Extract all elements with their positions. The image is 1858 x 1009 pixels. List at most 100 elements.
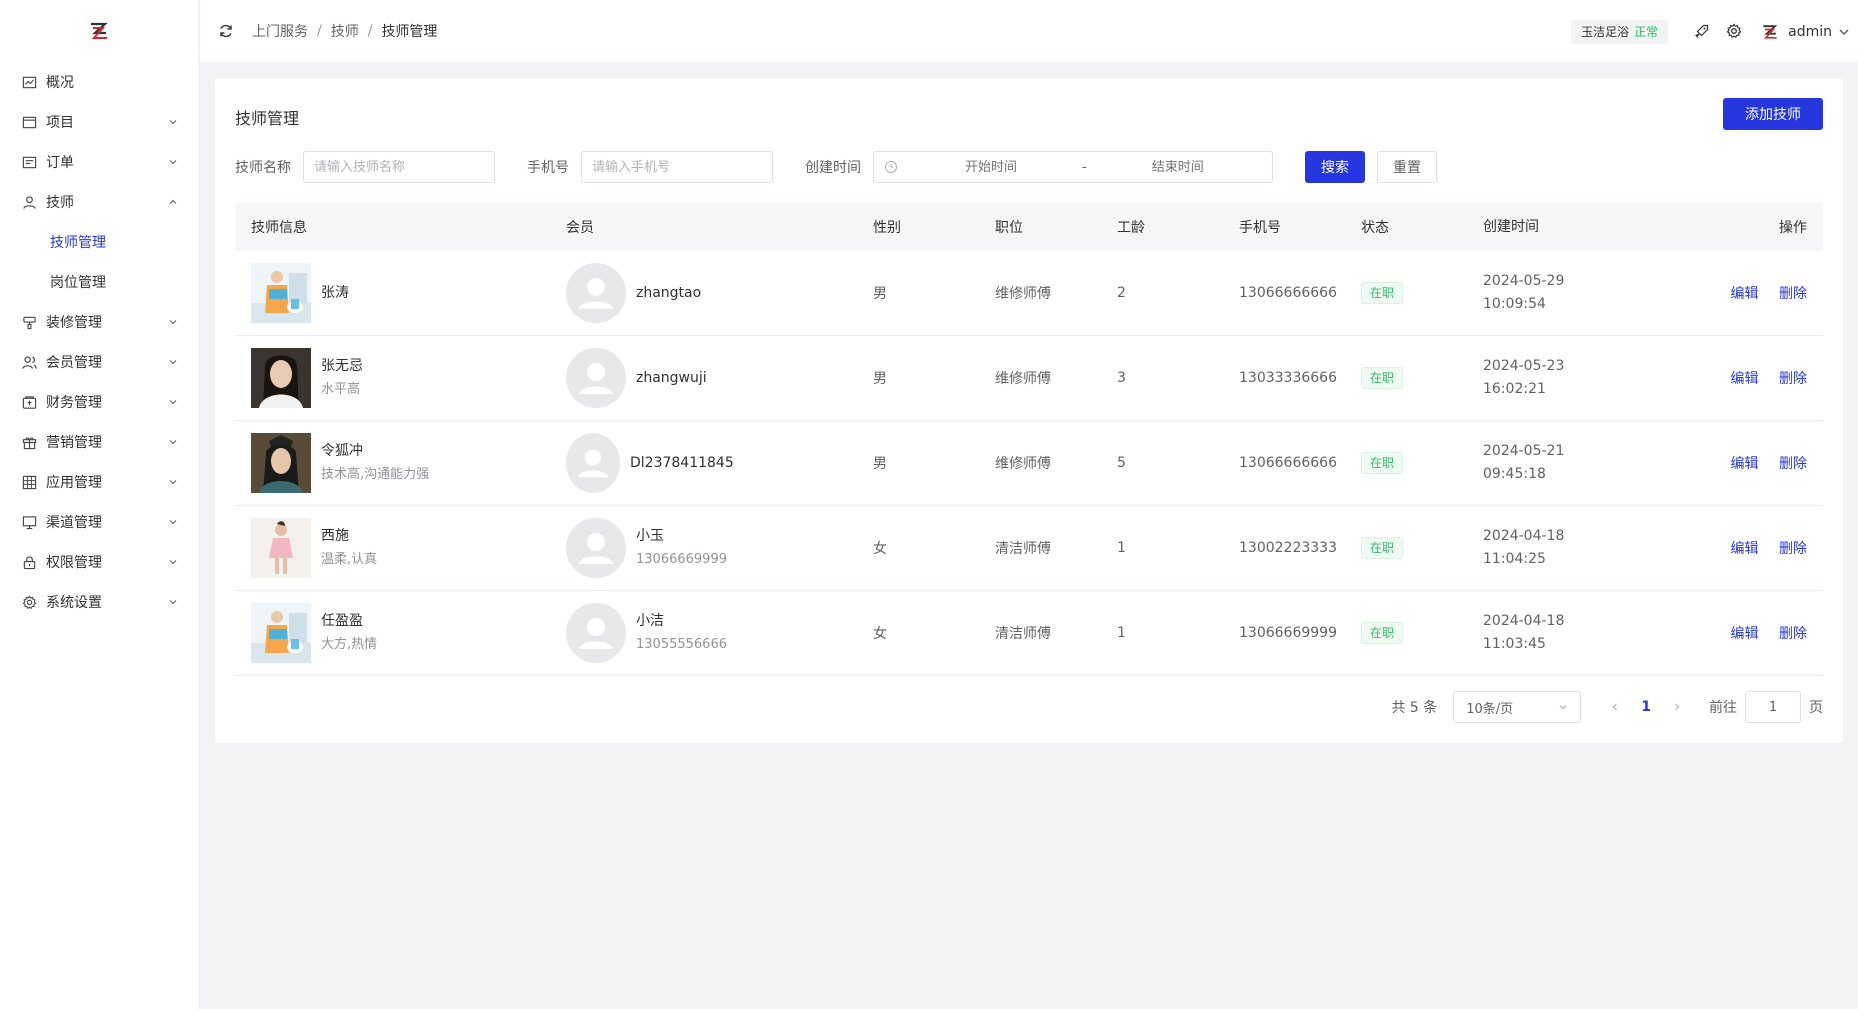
sidebar-item-permissions[interactable]: 权限管理: [0, 542, 198, 582]
sidebar-item-channels[interactable]: 渠道管理: [0, 502, 198, 542]
edit-button[interactable]: 编辑: [1731, 626, 1759, 642]
wallet-icon: [21, 394, 37, 410]
sidebar-item-finance[interactable]: 财务管理: [0, 382, 198, 422]
sidebar-item-overview[interactable]: 概况: [0, 62, 198, 102]
goto-page-input[interactable]: [1745, 691, 1801, 723]
position-cell: 清洁师傅: [995, 541, 1051, 557]
range-separator: -: [1082, 159, 1087, 175]
rocket-icon[interactable]: [1694, 23, 1712, 41]
status-cell: 在职: [1345, 367, 1467, 389]
position-cell: 维修师傅: [995, 286, 1051, 302]
goto-label: 前往: [1709, 700, 1737, 716]
table-row: 任盈盈 大方,热情 小洁 13055556666 女 清洁师傅 1 130666…: [235, 591, 1823, 676]
shop-name: 玉洁足浴: [1581, 25, 1630, 39]
member-avatar: [566, 433, 620, 493]
start-time-input[interactable]: [906, 159, 1076, 175]
sidebar-item-settings[interactable]: 系统设置: [0, 582, 198, 622]
edit-button[interactable]: 编辑: [1731, 456, 1759, 472]
column-header: 性别: [873, 220, 901, 236]
page-size-select[interactable]: 10条/页: [1453, 691, 1582, 723]
member-info: 小玉 13066669999: [550, 518, 857, 578]
technician-name-input[interactable]: [303, 151, 495, 183]
page-number-current[interactable]: 1: [1641, 699, 1651, 715]
sidebar-item-orders[interactable]: 订单: [0, 142, 198, 182]
edit-button[interactable]: 编辑: [1731, 541, 1759, 557]
technician-photo: [251, 433, 311, 493]
delete-button[interactable]: 删除: [1779, 286, 1807, 302]
prev-page-icon[interactable]: [1605, 697, 1625, 717]
sidebar-item-technician[interactable]: 技师: [0, 182, 198, 222]
status-badge: 在职: [1361, 282, 1404, 304]
member-avatar: [566, 348, 626, 408]
refresh-icon[interactable]: [218, 23, 234, 39]
reset-button[interactable]: 重置: [1377, 151, 1437, 183]
gender-cell: 男: [873, 456, 887, 472]
settings-gear-icon[interactable]: [1726, 23, 1744, 41]
gender-cell: 女: [873, 541, 887, 557]
member-phone: 13055556666: [636, 637, 727, 652]
technician-text: 任盈盈 大方,热情: [321, 610, 377, 656]
member-avatar: [566, 518, 626, 578]
status-cell: 在职: [1345, 452, 1467, 474]
add-technician-button[interactable]: 添加技师: [1723, 98, 1823, 130]
actions-cell: 编辑 删除: [1703, 538, 1823, 558]
table-row: 令狐冲 技术高,沟通能力强 Dl2378411845 男 维修师傅 5 1306…: [235, 421, 1823, 506]
next-page-icon[interactable]: [1667, 697, 1687, 717]
breadcrumb-item[interactable]: 技师: [331, 21, 359, 41]
shop-badge[interactable]: 玉洁足浴 正常: [1571, 19, 1669, 44]
shop-status: 正常: [1634, 25, 1659, 39]
sidebar-item-label: 技师: [46, 195, 74, 211]
sidebar-item-marketing[interactable]: 营销管理: [0, 422, 198, 462]
breadcrumb-item[interactable]: 上门服务: [252, 21, 308, 41]
delete-button[interactable]: 删除: [1779, 456, 1807, 472]
technician-photo: [251, 348, 311, 408]
delete-button[interactable]: 删除: [1779, 541, 1807, 557]
sidebar-item-decoration[interactable]: 装修管理: [0, 302, 198, 342]
chevron-up-icon: [168, 197, 178, 207]
username[interactable]: admin: [1788, 24, 1832, 40]
delete-button[interactable]: 删除: [1779, 626, 1807, 642]
chevron-down-icon: [168, 157, 178, 167]
chevron-down-icon[interactable]: [1838, 26, 1850, 38]
gift-icon: [21, 434, 37, 450]
created-time: 11:03:45: [1483, 636, 1546, 652]
end-time-input[interactable]: [1092, 159, 1263, 175]
technician-info: 令狐冲 技术高,沟通能力强: [235, 433, 550, 493]
edit-button[interactable]: 编辑: [1731, 371, 1759, 387]
sidebar-item-members[interactable]: 会员管理: [0, 342, 198, 382]
sidebar-subitem-technician-management[interactable]: 技师管理: [0, 222, 198, 262]
user-avatar-logo-icon[interactable]: [1760, 22, 1780, 42]
member-name: zhangtao: [636, 284, 702, 301]
column-header: 技师信息: [251, 220, 307, 236]
sidebar-subitem-position-management[interactable]: 岗位管理: [0, 262, 198, 302]
created-time: 10:09:54: [1483, 296, 1546, 312]
created-time-cell: 2024-04-18 11:04:25: [1467, 525, 1703, 571]
sidebar-item-projects[interactable]: 项目: [0, 102, 198, 142]
sidebar-item-label: 渠道管理: [46, 515, 102, 531]
years-cell: 1: [1117, 540, 1126, 556]
phone-input[interactable]: [581, 151, 773, 183]
lock-icon: [21, 554, 37, 570]
sidebar-item-apps[interactable]: 应用管理: [0, 462, 198, 502]
created-time: 09:45:18: [1483, 466, 1546, 482]
member-text: zhangtao: [636, 282, 701, 305]
technician-desc: 大方,热情: [321, 637, 378, 652]
filter-bar: 技师名称 手机号 创建时间 - 搜索 重置: [235, 151, 1437, 183]
edit-button[interactable]: 编辑: [1731, 286, 1759, 302]
chevron-down-icon: [168, 597, 178, 607]
created-date: 2024-05-23: [1483, 358, 1565, 374]
member-name: 小洁: [636, 613, 664, 629]
phone-cell: 13066666666: [1239, 455, 1337, 471]
years-cell: 5: [1117, 455, 1126, 471]
window-icon: [21, 114, 37, 130]
status-badge: 在职: [1361, 622, 1404, 644]
chevron-down-icon: [168, 517, 178, 527]
delete-button[interactable]: 删除: [1779, 371, 1807, 387]
date-range-picker[interactable]: -: [873, 151, 1273, 183]
sidebar-item-label: 权限管理: [46, 555, 102, 571]
breadcrumb-separator: /: [367, 23, 373, 39]
status-cell: 在职: [1345, 622, 1467, 644]
sidebar-item-label: 会员管理: [46, 355, 102, 371]
search-button[interactable]: 搜索: [1305, 151, 1365, 183]
monitor-icon: [21, 514, 37, 530]
